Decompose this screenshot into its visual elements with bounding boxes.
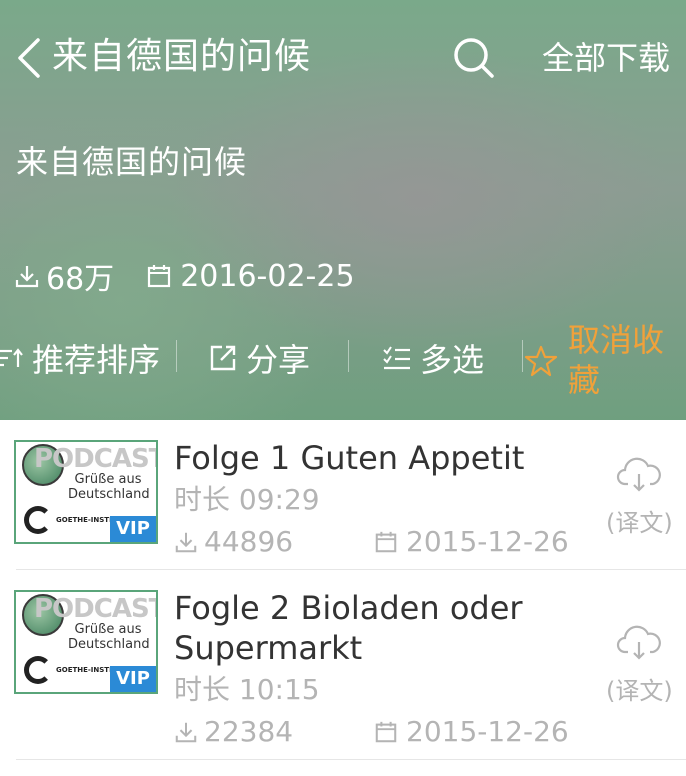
sort-label: 推荐排序 [32,341,161,379]
download-count-icon [175,722,197,743]
list-item[interactable]: PODCAST Grüße aus Deutschland GOETHE-INS… [0,570,686,760]
episode-title: Fogle 2 Bioladen oder Supermarkt [174,589,523,667]
episode-plays: 44896 [174,524,293,560]
episode-title: Folge 1 Guten Appetit [174,439,525,477]
download-all-button[interactable]: 全部下载 [542,36,670,80]
calendar-icon [375,721,397,743]
unfavorite-button[interactable]: 取消收藏 [524,321,686,399]
cover-subtitle: Grüße aus Deutschland [68,622,150,652]
toolbar-divider [176,340,177,372]
share-button[interactable]: 分享 [208,336,310,380]
checklist-icon [383,346,410,370]
unfavorite-label: 取消收藏 [568,321,665,399]
goethe-logo-icon [24,506,52,534]
star-icon [524,345,558,377]
sort-button[interactable]: 推荐排序 [0,336,160,380]
download-count-icon [175,532,197,553]
calendar-icon [375,531,397,553]
album-date: 2016-02-25 [180,258,355,294]
episode-date-text: 2015-12-26 [406,715,569,748]
episode-cover[interactable]: PODCAST Grüße aus Deutschland GOETHE-INS… [14,590,158,694]
calendar-icon [148,265,171,288]
goethe-logo-icon [24,656,52,684]
cover-subtitle: Grüße aus Deutschland [68,472,150,502]
search-icon[interactable] [452,36,496,80]
album-toolbar: 推荐排序 分享 多选 取消收藏 [0,321,686,399]
cloud-download-icon [616,625,661,660]
multiselect-label: 多选 [420,341,485,379]
list-item[interactable]: PODCAST Grüße aus Deutschland GOETHE-INS… [0,420,686,570]
translation-label: (译文) [606,677,673,705]
toolbar-divider [348,340,349,372]
album-download-count: 68万 [46,262,115,297]
episode-duration: 时长 10:15 [174,673,320,706]
nav-title: 来自德国的问候 [52,36,312,77]
sort-icon [0,348,23,367]
album-title: 来自德国的问候 [16,143,248,181]
multiselect-button[interactable]: 多选 [382,336,484,380]
episode-date-text: 2015-12-26 [406,525,569,558]
episode-duration: 时长 09:29 [174,483,320,516]
share-label: 分享 [246,341,311,379]
vip-badge: VIP [110,516,156,542]
episode-date: 2015-12-26 [374,524,569,560]
download-count-icon [15,266,39,288]
episode-plays: 22384 [174,714,293,750]
episode-play-count: 44896 [204,525,294,558]
cover-brand: PODCAST [34,444,158,474]
episode-date: 2015-12-26 [374,714,569,750]
row-divider [16,759,686,760]
chevron-left-icon[interactable] [14,36,44,80]
album-header: 来自德国的问候 全部下载 来自德国的问候 68万 2016-02-25 推荐排序… [0,0,686,420]
translation-label: (译文) [606,509,673,537]
episode-cover[interactable]: PODCAST Grüße aus Deutschland GOETHE-INS… [14,440,158,544]
toolbar-divider [522,340,523,372]
cover-brand: PODCAST [34,594,158,624]
album-stats: 68万 2016-02-25 [14,256,355,297]
cloud-download-icon [616,457,661,492]
episode-play-count: 22384 [204,715,294,748]
share-icon [210,345,236,371]
vip-badge: VIP [110,666,156,692]
